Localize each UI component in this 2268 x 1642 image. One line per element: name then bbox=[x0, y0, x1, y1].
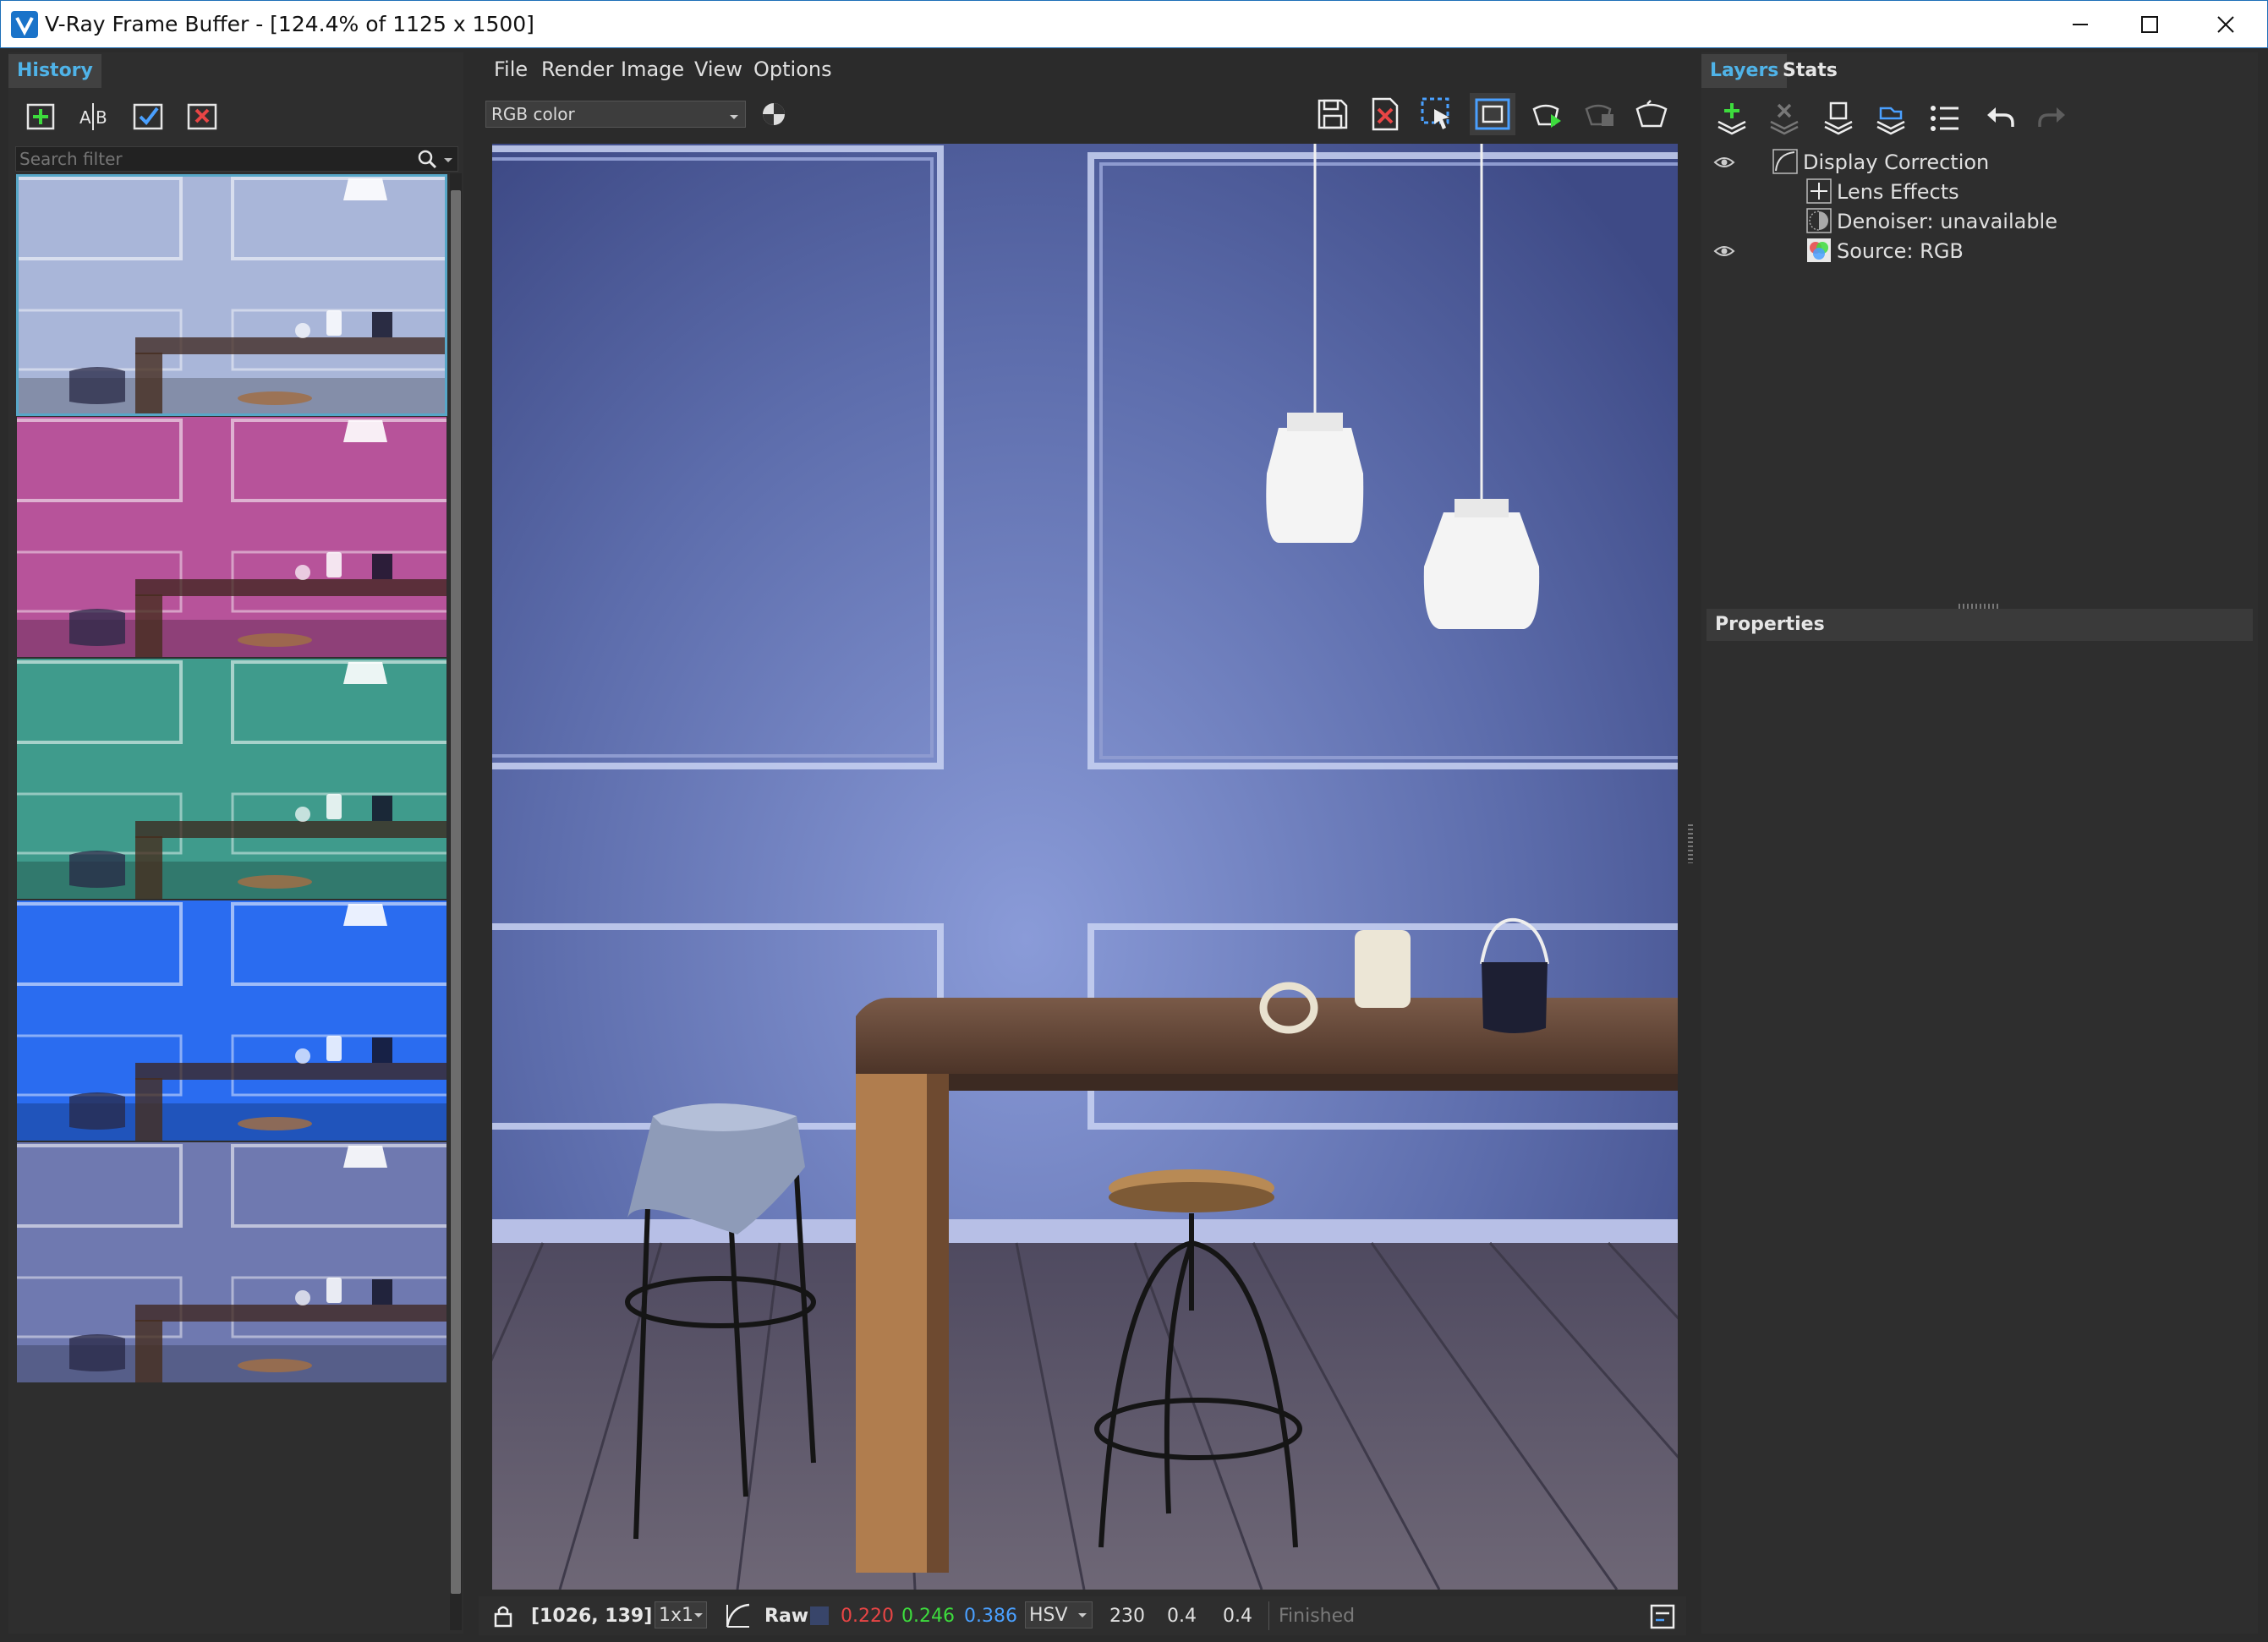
colorspace-select[interactable]: HSV bbox=[1025, 1601, 1093, 1628]
layer-label: Source: RGB bbox=[1837, 239, 1964, 263]
pixel-color-swatch bbox=[810, 1606, 829, 1625]
history-search bbox=[15, 146, 458, 172]
zoom-select-value: 1x1 bbox=[659, 1605, 694, 1626]
save-image-icon[interactable] bbox=[1314, 96, 1351, 133]
save-layer-tree-icon[interactable] bbox=[1820, 100, 1857, 137]
history-thumbnail[interactable] bbox=[17, 659, 446, 899]
tab-history[interactable]: History bbox=[8, 54, 101, 88]
start-render-icon[interactable] bbox=[1634, 96, 1671, 133]
layers-panel bbox=[1701, 52, 2258, 1634]
scrollbar-thumb[interactable] bbox=[451, 190, 461, 1594]
rgb-source-icon bbox=[1806, 238, 1832, 263]
save-to-history-icon[interactable] bbox=[24, 98, 61, 135]
lens-effects-icon bbox=[1806, 178, 1832, 204]
layer-tree: Display Correction Lens Effects Denoiser… bbox=[1713, 149, 2238, 276]
list-icon[interactable] bbox=[1926, 100, 1964, 137]
load-image-icon[interactable] bbox=[130, 98, 167, 135]
menu-options[interactable]: Options bbox=[753, 57, 832, 81]
properties-header: Properties bbox=[1706, 609, 2253, 641]
maximize-button[interactable] bbox=[2110, 1, 2188, 48]
denoiser-icon bbox=[1806, 208, 1832, 233]
delete-image-icon[interactable] bbox=[184, 98, 222, 135]
render-status: Finished bbox=[1279, 1606, 1356, 1627]
colorspace-select-value: HSV bbox=[1029, 1605, 1068, 1626]
curve-icon bbox=[1772, 149, 1798, 174]
menu-view[interactable]: View bbox=[694, 57, 742, 81]
add-layer-icon[interactable] bbox=[1713, 100, 1750, 137]
pixel-blue-value: 0.386 bbox=[964, 1606, 1017, 1627]
remove-layer-icon[interactable] bbox=[1766, 100, 1803, 137]
svg-text:B: B bbox=[96, 107, 107, 128]
chevron-down-icon bbox=[726, 107, 742, 122]
status-bar: [1026, 139] 1x1 Raw 0.220 0.246 0.386 HS… bbox=[479, 1596, 1686, 1635]
ab-compare-icon[interactable]: AB bbox=[76, 98, 113, 135]
layer-row-display-correction[interactable]: Display Correction bbox=[1713, 149, 2238, 179]
color-clamp-icon[interactable] bbox=[759, 100, 788, 129]
minimize-button[interactable] bbox=[2041, 1, 2118, 48]
undo-icon[interactable] bbox=[1982, 100, 2019, 137]
layer-label: Display Correction bbox=[1803, 151, 1990, 174]
history-thumbnail[interactable] bbox=[17, 900, 446, 1141]
chevron-down-icon bbox=[694, 1613, 703, 1617]
layer-row-denoiser[interactable]: Denoiser: unavailable bbox=[1713, 208, 2238, 238]
interactive-render-icon[interactable] bbox=[1529, 96, 1566, 133]
curve-icon[interactable] bbox=[724, 1601, 753, 1630]
close-button[interactable] bbox=[2186, 1, 2264, 48]
pixel-s-value: 0.4 bbox=[1167, 1606, 1197, 1627]
clear-image-icon[interactable] bbox=[1367, 96, 1404, 133]
menu-render[interactable]: Render bbox=[541, 57, 613, 81]
eye-icon[interactable] bbox=[1713, 243, 1735, 260]
lock-icon[interactable] bbox=[490, 1603, 516, 1628]
stop-render-icon[interactable] bbox=[1581, 96, 1619, 133]
layer-label: Denoiser: unavailable bbox=[1837, 210, 2057, 233]
vray-logo-icon bbox=[11, 11, 38, 38]
menu-bar: File Render Image View Options bbox=[479, 52, 1686, 86]
window-title: V-Ray Frame Buffer - [124.4% of 1125 x 1… bbox=[45, 12, 534, 36]
svg-text:A: A bbox=[79, 107, 91, 128]
menu-file[interactable]: File bbox=[494, 57, 528, 81]
pixel-h-value: 230 bbox=[1109, 1606, 1145, 1627]
chevron-down-icon bbox=[1078, 1613, 1087, 1617]
layer-label: Lens Effects bbox=[1837, 180, 1959, 204]
layer-row-lens-effects[interactable]: Lens Effects bbox=[1713, 178, 2238, 209]
render-scene bbox=[492, 144, 1678, 1590]
pixel-v-value: 0.4 bbox=[1223, 1606, 1252, 1627]
search-icon[interactable] bbox=[417, 149, 439, 171]
history-scrollbar[interactable] bbox=[450, 173, 462, 1630]
pixel-coords: [1026, 139] bbox=[531, 1606, 653, 1627]
load-layer-tree-icon[interactable] bbox=[1872, 100, 1909, 137]
history-thumbnail[interactable] bbox=[17, 1142, 446, 1382]
toggle-frame-icon[interactable] bbox=[1470, 93, 1515, 135]
region-render-icon[interactable] bbox=[1419, 96, 1456, 133]
redo-icon[interactable] bbox=[2033, 100, 2070, 137]
zoom-select[interactable]: 1x1 bbox=[655, 1601, 707, 1628]
chevron-down-icon[interactable] bbox=[441, 149, 456, 171]
render-image[interactable] bbox=[492, 144, 1678, 1590]
channel-select-value: RGB color bbox=[491, 104, 575, 124]
pixel-mode[interactable]: Raw bbox=[764, 1606, 808, 1627]
layer-row-source-rgb[interactable]: Source: RGB bbox=[1713, 238, 2238, 268]
eye-icon[interactable] bbox=[1713, 154, 1735, 171]
tab-stats[interactable]: Stats bbox=[1774, 54, 1846, 88]
menu-image[interactable]: Image bbox=[621, 57, 684, 81]
pixel-red-value: 0.220 bbox=[841, 1606, 894, 1627]
right-splitter-handle[interactable] bbox=[1688, 824, 1693, 863]
status-divider bbox=[1268, 1601, 1269, 1630]
search-input[interactable] bbox=[19, 149, 417, 169]
channel-select[interactable]: RGB color bbox=[485, 101, 746, 128]
pixel-green-value: 0.246 bbox=[901, 1606, 955, 1627]
log-toggle-icon[interactable] bbox=[1649, 1603, 1676, 1630]
title-bar: V-Ray Frame Buffer - [124.4% of 1125 x 1… bbox=[0, 0, 2268, 48]
history-thumbnail[interactable] bbox=[17, 417, 446, 657]
history-thumbnail[interactable] bbox=[16, 174, 447, 416]
